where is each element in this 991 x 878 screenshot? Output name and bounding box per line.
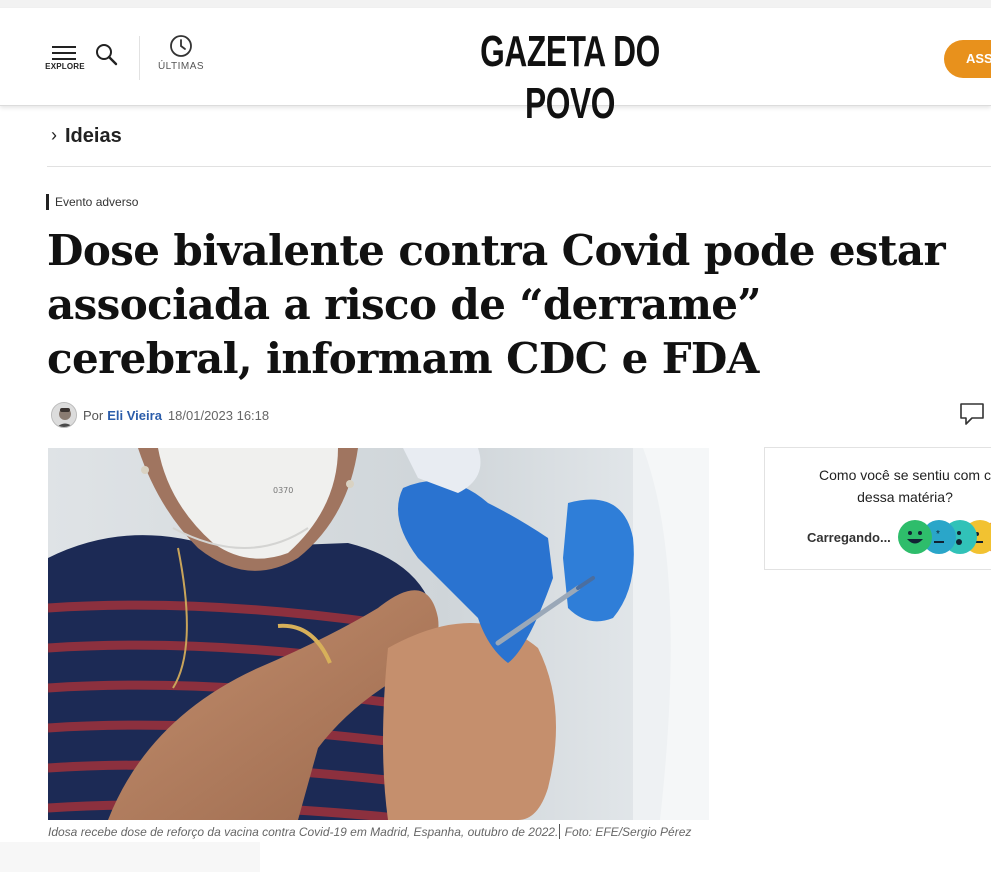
clock-icon — [170, 35, 192, 57]
svg-text:*: * — [936, 529, 940, 540]
section-link[interactable]: Ideias — [65, 125, 122, 148]
ultimas-button[interactable]: ÚLTIMAS — [152, 34, 210, 80]
chevron-right-icon: › — [51, 125, 57, 145]
hamburger-icon — [52, 46, 76, 60]
happy-face-icon[interactable] — [898, 520, 932, 554]
subscribe-button[interactable]: ASS — [944, 40, 991, 78]
author-avatar[interactable] — [51, 402, 77, 428]
author-link[interactable]: Eli Vieira — [107, 408, 162, 423]
byline-prefix: Por — [83, 407, 104, 423]
section-breadcrumb: › Ideias — [47, 112, 991, 167]
loading-label: Carregando... — [807, 530, 891, 545]
search-icon[interactable] — [94, 42, 120, 68]
ultimas-label: ÚLTIMAS — [157, 61, 205, 72]
feelings-question: Como você se sentiu com c dessa matéria? — [819, 467, 991, 505]
feelings-widget: Como você se sentiu com c dessa matéria? … — [764, 447, 991, 570]
caption-cursor — [559, 824, 561, 839]
explore-label: EXPLORE — [45, 62, 85, 71]
article-photo: 0370 — [48, 448, 709, 820]
header-divider — [139, 36, 140, 80]
publish-date: 18/01/2023 16:18 — [167, 407, 270, 423]
article-headline: Dose bivalente contra Covid pode estar a… — [47, 226, 946, 383]
svg-text:0370: 0370 — [273, 486, 293, 495]
explore-menu-button[interactable]: EXPLORE — [44, 44, 86, 80]
article-tag[interactable]: Evento adverso — [46, 194, 138, 210]
photo-caption: Idosa recebe dose de reforço da vacina c… — [48, 822, 708, 843]
photo-credit: Foto: EFE/Sergio Pérez — [564, 825, 692, 839]
browser-top-strip — [0, 0, 991, 8]
site-header: EXPLORE ÚLTIMAS GAZETA DO POVO ASS — [0, 8, 991, 128]
bottom-fade — [0, 842, 260, 872]
byline: Por Eli Vieira 18/01/2023 16:18 — [51, 401, 269, 429]
caption-text: Idosa recebe dose de reforço da vacina c… — [48, 825, 559, 839]
comment-icon[interactable] — [958, 401, 988, 427]
